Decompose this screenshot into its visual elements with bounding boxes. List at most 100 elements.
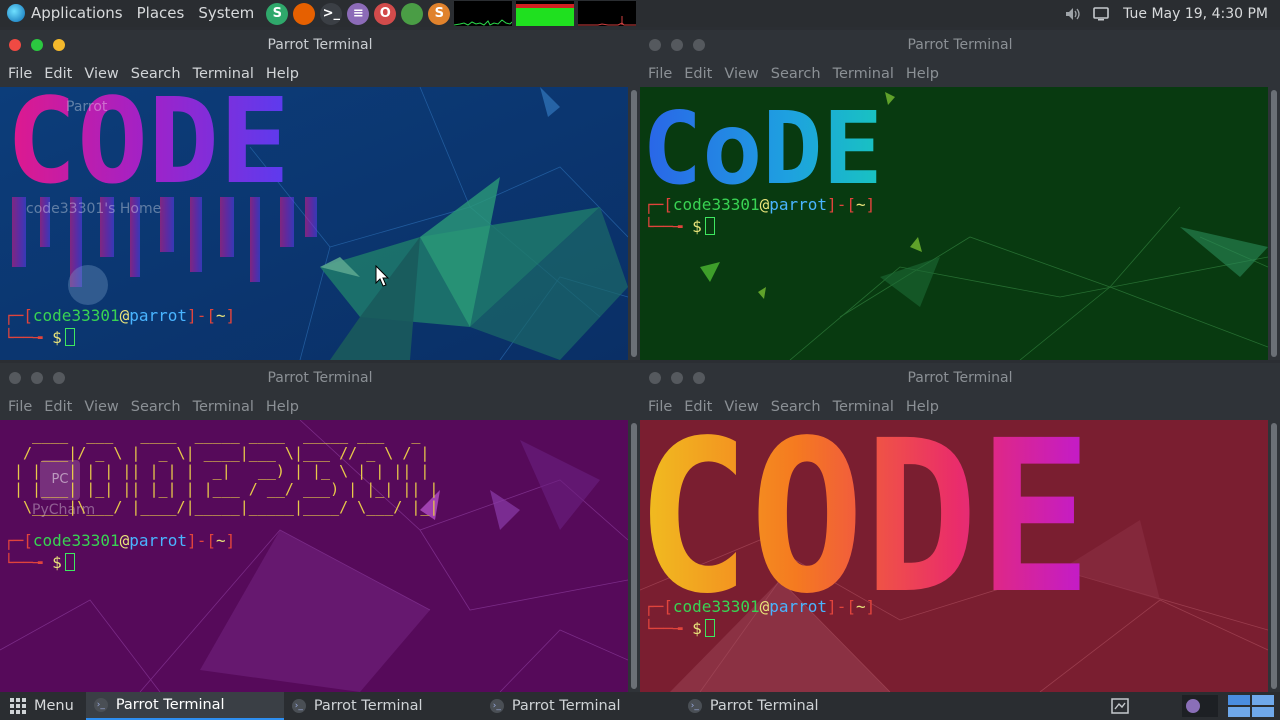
s-app-icon[interactable]: S — [266, 2, 289, 25]
terminal-window-4[interactable]: Parrot Terminal File Edit View Search Te… — [640, 363, 1280, 692]
workspace-4[interactable] — [1252, 707, 1274, 717]
maximize-button[interactable] — [31, 372, 43, 384]
menu-terminal[interactable]: Terminal — [827, 66, 900, 82]
menu-help[interactable]: Help — [900, 399, 945, 415]
menu-file[interactable]: File — [2, 399, 38, 415]
close-button[interactable] — [9, 39, 21, 51]
minimize-button[interactable] — [693, 372, 705, 384]
network-monitor-graph[interactable] — [578, 1, 637, 26]
menu-terminal[interactable]: Terminal — [187, 66, 260, 82]
maximize-button[interactable] — [671, 372, 683, 384]
taskbar-item-label: Parrot Terminal — [709, 698, 819, 714]
close-button[interactable] — [649, 372, 661, 384]
menu-help[interactable]: Help — [260, 399, 305, 415]
maximize-button[interactable] — [31, 39, 43, 51]
terminal-icon[interactable]: >_ — [320, 2, 343, 25]
maximize-button[interactable] — [671, 39, 683, 51]
scrollbar-thumb[interactable] — [1271, 423, 1277, 689]
terminal-area[interactable]: CoDE ┌─[code33301@parrot]-[~] └──╼ $ — [640, 87, 1268, 360]
menu-view[interactable]: View — [718, 399, 764, 415]
terminal-icon: ›_ — [291, 699, 306, 713]
chrome-icon[interactable] — [401, 2, 424, 25]
minimize-button[interactable] — [693, 39, 705, 51]
firefox-icon[interactable] — [293, 2, 316, 25]
bottom-panel-right — [1110, 692, 1280, 720]
taskbar-item-terminal-4[interactable]: ›_ Parrot Terminal — [680, 692, 878, 720]
menu-terminal[interactable]: Terminal — [827, 399, 900, 415]
terminal-area[interactable]: CODE ┌─[code33301@parrot]-[~] └──╼ $ — [640, 420, 1268, 692]
taskbar-item-terminal-3[interactable]: ›_ Parrot Terminal — [482, 692, 680, 720]
terminal-window-2[interactable]: Parrot Terminal File Edit View Search Te… — [640, 30, 1280, 360]
memory-monitor-graph[interactable] — [516, 1, 575, 26]
text-cursor — [704, 217, 715, 235]
terminal-window-1[interactable]: Parrot Terminal File Edit View Search Te… — [0, 30, 640, 360]
menu-view[interactable]: View — [78, 399, 124, 415]
shell-input-line[interactable]: └──╼ $ — [4, 552, 75, 574]
scrollbar[interactable] — [628, 87, 640, 360]
window-titlebar[interactable]: Parrot Terminal — [640, 363, 1280, 393]
workspace-switcher[interactable] — [1228, 695, 1274, 717]
menu-edit[interactable]: Edit — [678, 66, 718, 82]
scrollbar-thumb[interactable] — [631, 423, 637, 689]
menu-file[interactable]: File — [2, 66, 38, 82]
taskbar-item-terminal-2[interactable]: ›_ Parrot Terminal — [284, 692, 482, 720]
menu-help[interactable]: Help — [260, 66, 305, 82]
clock[interactable]: Tue May 19, 4:30 PM — [1115, 6, 1280, 22]
window-title: Parrot Terminal — [267, 37, 373, 53]
close-button[interactable] — [9, 372, 21, 384]
menu-edit[interactable]: Edit — [678, 399, 718, 415]
main-menu-button[interactable]: Menu — [0, 692, 86, 720]
window-title: Parrot Terminal — [907, 37, 1013, 53]
opera-icon[interactable]: O — [374, 2, 397, 25]
workspace-2[interactable] — [1252, 695, 1274, 705]
menu-view[interactable]: View — [78, 66, 124, 82]
cpu-monitor-graph[interactable] — [454, 1, 513, 26]
shell-input-line[interactable]: └──╼ $ — [4, 327, 75, 349]
banner-text: CoDE — [642, 90, 883, 197]
menu-edit[interactable]: Edit — [38, 399, 78, 415]
text-editor-icon[interactable]: ≡ — [347, 2, 370, 25]
menu-search[interactable]: Search — [125, 66, 187, 82]
systray-applet[interactable] — [1182, 695, 1218, 717]
window-title: Parrot Terminal — [907, 370, 1013, 386]
display-icon[interactable] — [1093, 6, 1109, 21]
shell-prompt: ┌─[code33301@parrot]-[~] — [4, 531, 236, 550]
scrollbar-thumb[interactable] — [631, 90, 637, 357]
menubar: File Edit View Search Terminal Help — [640, 60, 1280, 87]
terminal-icon: ›_ — [489, 699, 504, 713]
menu-search[interactable]: Search — [765, 399, 827, 415]
menu-search[interactable]: Search — [765, 66, 827, 82]
menu-edit[interactable]: Edit — [38, 66, 78, 82]
window-titlebar[interactable]: Parrot Terminal — [0, 363, 640, 393]
scrollbar[interactable] — [1268, 87, 1280, 360]
scrollbar[interactable] — [1268, 420, 1280, 692]
terminal-window-3[interactable]: Parrot Terminal File Edit View Search Te… — [0, 363, 640, 692]
menu-file[interactable]: File — [642, 399, 678, 415]
window-titlebar[interactable]: Parrot Terminal — [0, 30, 640, 60]
close-button[interactable] — [649, 39, 661, 51]
shell-input-line[interactable]: └──╼ $ — [644, 618, 715, 640]
scrollbar[interactable] — [628, 420, 640, 692]
system-menu[interactable]: System — [191, 0, 261, 27]
sublime-icon[interactable]: S — [428, 2, 451, 25]
menu-search[interactable]: Search — [125, 399, 187, 415]
shell-input-line[interactable]: └──╼ $ — [644, 216, 715, 238]
scrollbar-thumb[interactable] — [1271, 90, 1277, 357]
desktop: Applications Places System S >_ ≡ O S Tue Ma… — [0, 0, 1280, 720]
minimize-button[interactable] — [53, 372, 65, 384]
places-menu[interactable]: Places — [130, 0, 192, 27]
menu-help[interactable]: Help — [900, 66, 945, 82]
terminal-area[interactable]: CODE Parrot code33301's Home ┌─[code3330… — [0, 87, 628, 360]
show-desktop-icon[interactable] — [1110, 697, 1130, 715]
menu-terminal[interactable]: Terminal — [187, 399, 260, 415]
taskbar-item-terminal-1[interactable]: ›_ Parrot Terminal — [85, 692, 284, 720]
terminal-area[interactable]: PC PyCharm ____ ___ ____ _____ ____ ____… — [0, 420, 628, 692]
minimize-button[interactable] — [53, 39, 65, 51]
menu-file[interactable]: File — [642, 66, 678, 82]
volume-icon[interactable] — [1065, 7, 1081, 21]
menu-view[interactable]: View — [718, 66, 764, 82]
workspace-1[interactable] — [1228, 695, 1250, 705]
workspace-3[interactable] — [1228, 707, 1250, 717]
window-titlebar[interactable]: Parrot Terminal — [640, 30, 1280, 60]
applications-menu[interactable]: Applications — [0, 0, 130, 27]
